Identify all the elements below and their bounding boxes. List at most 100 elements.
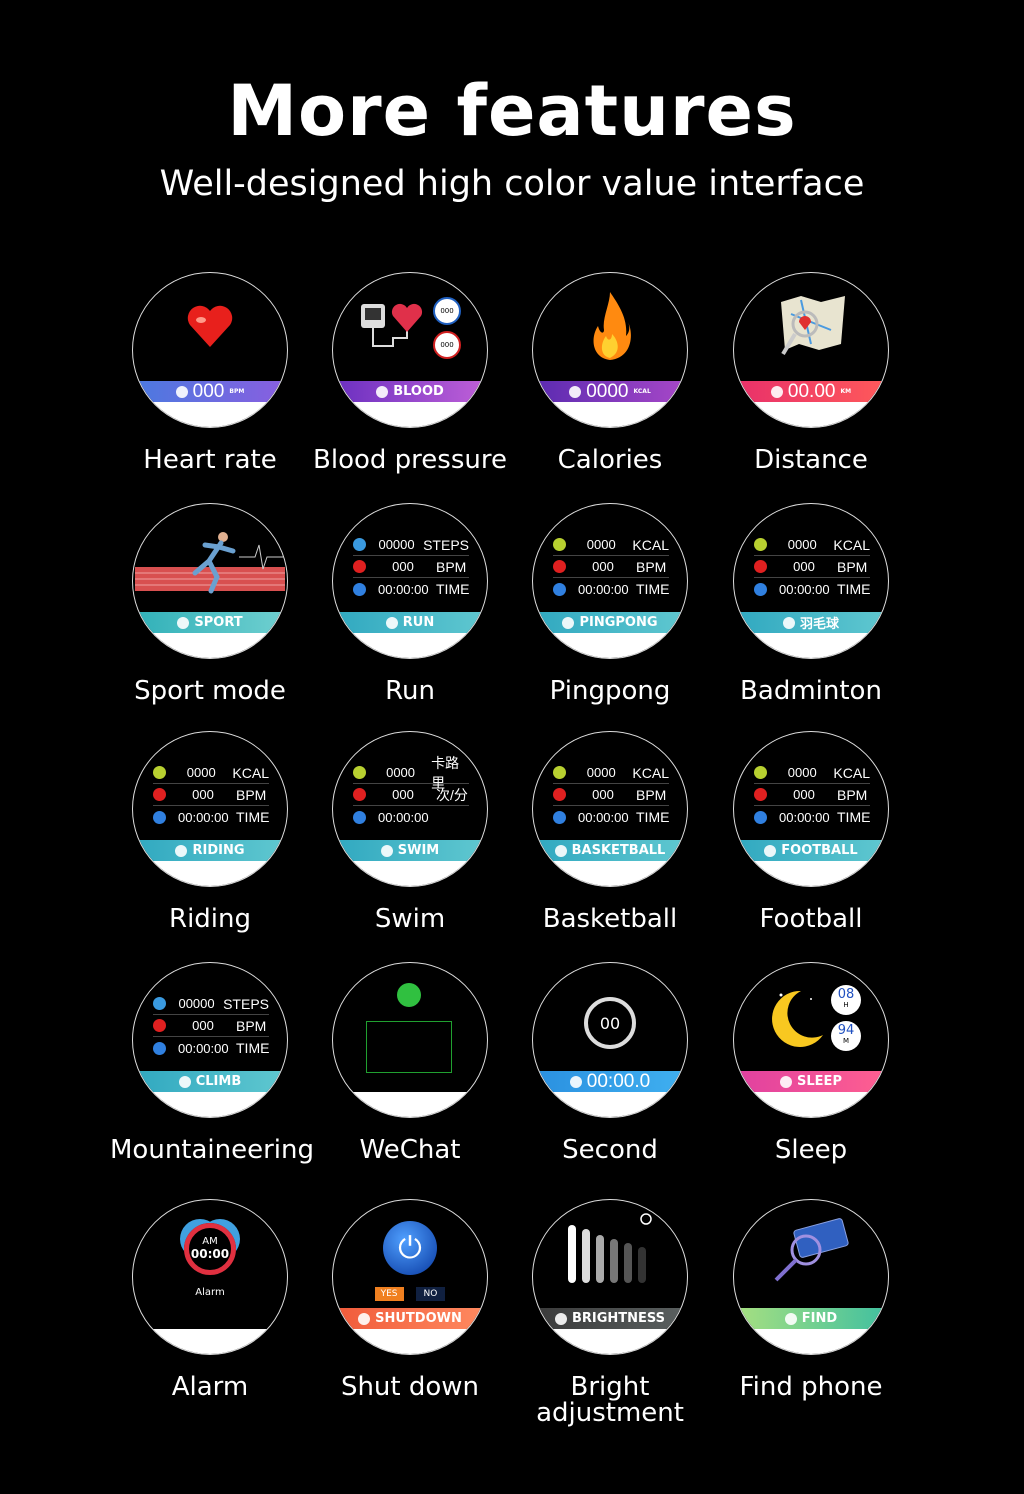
brightness-bars-icon [560,1213,660,1297]
feature-card[interactable]: ⏻ YES NO SHUTDOWN Shut down [310,1199,510,1402]
watch-face: 0000 KCAL [532,272,688,428]
status-band: 00.00 KM [734,381,888,402]
feature-card[interactable]: 0000 卡路里 000 次/分 00:00:00 SWIM Swim [310,731,510,932]
stats-list: 0000 KCAL 000 BPM 00:00:00 TIME [754,762,870,828]
feature-label: Shut down [340,1372,480,1402]
white-segment [734,633,888,658]
feature-card[interactable]: 00000 STEPS 000 BPM 00:00:00 TIME RUN Run [310,503,510,704]
feature-card[interactable]: 000 BPM Heart rate [110,272,310,473]
stat-unit: 次/分 [436,786,468,803]
stats-row: 00:00:00 TIME [553,806,669,828]
stats-list: 0000 KCAL 000 BPM 00:00:00 TIME [153,762,269,828]
feature-card[interactable]: FIND Find phone [711,1199,911,1400]
power-icon[interactable]: ⏻ [382,1221,437,1275]
white-segment [333,1329,487,1354]
stats-row: 0000 卡路里 [353,755,469,791]
stat-unit: KCAL [833,536,870,553]
stats-row: 0000 KCAL [153,762,269,784]
watch-face: ⏻ YES NO SHUTDOWN [332,1199,488,1355]
band-icon [554,1312,567,1325]
band-unit: KCAL [633,388,651,395]
stat-unit: TIME [837,581,871,597]
feature-card[interactable]: 000 000 BLOOD Blood pressure [310,272,510,473]
feature-card[interactable]: 08 H 94 M SLEEP Sleep [711,962,911,1163]
heart-icon [153,1019,166,1032]
feature-label: Football [759,904,863,934]
status-band: BRIGHTNESS [533,1308,687,1329]
stat-unit: KCAL [632,764,669,781]
watch-face: 0000 KCAL 000 BPM 00:00:00 TIME FOOTBALL [733,731,889,887]
shutdown-screen: ⏻ YES NO [374,1221,446,1301]
yes-button[interactable]: YES [374,1287,404,1301]
white-segment [133,1329,287,1354]
stats-row: 0000 KCAL [754,534,870,556]
watch-face: AM 00:00 Alarm [132,1199,288,1355]
diastolic-reading: 000 [433,331,461,359]
blood-readings: 000 000 [433,297,461,359]
watch-art: 000 000 [333,273,487,383]
status-band: 羽毛球 [734,612,888,633]
feature-card[interactable]: AM 00:00 Alarm Alarm [110,1199,310,1400]
band-icon [562,616,575,629]
moon-icon [761,981,831,1055]
feature-card[interactable]: 00000 STEPS 000 BPM 00:00:00 TIME CLIMB Mountai… [110,962,314,1163]
band-label: SHUTDOWN [375,1311,462,1326]
calorie-icon [754,538,767,551]
calorie-icon [353,766,366,779]
clock-icon [754,582,767,596]
stopwatch-icon: 00 [584,997,636,1049]
band-icon [784,1312,797,1325]
stat-unit: BPM [636,558,667,575]
no-button[interactable]: NO [415,1287,446,1301]
heart-icon [754,788,767,801]
stat-value: 0000 [386,765,416,780]
watch-face: 00000 STEPS 000 BPM 00:00:00 TIME CLIMB [132,962,288,1118]
watch-art [133,504,287,614]
watch-face: 08 H 94 M SLEEP [733,962,889,1118]
stats-row: 00:00:00 TIME [353,578,469,600]
stat-value: 00:00:00 [779,581,830,597]
watch-face [332,962,488,1118]
confirm-buttons: YES NO [374,1287,446,1301]
status-band: BLOOD [333,381,487,402]
watch-face: 000 BPM [132,272,288,428]
stat-unit: BPM [236,786,267,803]
feature-card[interactable]: 0000 KCAL 000 BPM 00:00:00 TIME BASKETBALL Bask… [510,731,710,934]
white-segment [333,1092,487,1117]
feature-card[interactable]: 00 00:00.0 Second [510,962,710,1163]
feature-card[interactable]: 0000 KCAL 000 BPM 00:00:00 TIME 羽毛球 Badminton [711,503,911,704]
stat-value: 0000 [186,765,216,780]
feature-card[interactable]: 0000 KCAL 000 BPM 00:00:00 TIME PINGPONG Pingpo… [510,503,710,704]
feature-card[interactable]: 0000 KCAL 000 BPM 00:00:00 TIME FOOTBALL Footba… [711,731,911,934]
stat-unit: BPM [236,1017,267,1034]
band-label: BLOOD [393,384,444,399]
white-segment [333,633,487,658]
heart-icon [353,788,366,801]
status-band: FOOTBALL [734,840,888,861]
feature-card[interactable]: BRIGHTNESS Bright adjustment [510,1199,710,1426]
status-band: RIDING [133,840,287,861]
band-unit: BPM [229,388,245,395]
feature-card[interactable]: 0000 KCAL 000 BPM 00:00:00 TIME RIDING Riding [110,731,310,932]
watch-art: AM 00:00 Alarm [133,1200,287,1310]
status-band: SPORT [133,612,287,633]
watch-face: 00000 STEPS 000 BPM 00:00:00 TIME RUN [332,503,488,659]
feature-card[interactable]: SPORT Sport mode [110,503,310,704]
page-subtitle: Well-designed high color value interface [159,164,865,204]
status-band: RUN [333,612,487,633]
feature-card[interactable]: 0000 KCAL Calories [510,272,710,473]
watch-face: 0000 KCAL 000 BPM 00:00:00 TIME 羽毛球 [733,503,889,659]
white-segment [734,861,888,886]
qr-code-frame [366,1021,452,1073]
watch-face: 0000 KCAL 000 BPM 00:00:00 TIME BASKETBALL [532,731,688,887]
watch-art [333,963,487,1073]
feature-label: Basketball [542,904,678,934]
feature-card[interactable]: 00.00 KM Distance [711,272,911,473]
alarm-time: 00:00 [190,1247,230,1261]
calorie-icon [153,766,166,779]
band-icon [569,385,582,398]
feature-card[interactable]: WeChat [310,962,510,1163]
calorie-icon [553,766,566,779]
map-icon [771,294,851,362]
band-label: BRIGHTNESS [571,1311,666,1326]
